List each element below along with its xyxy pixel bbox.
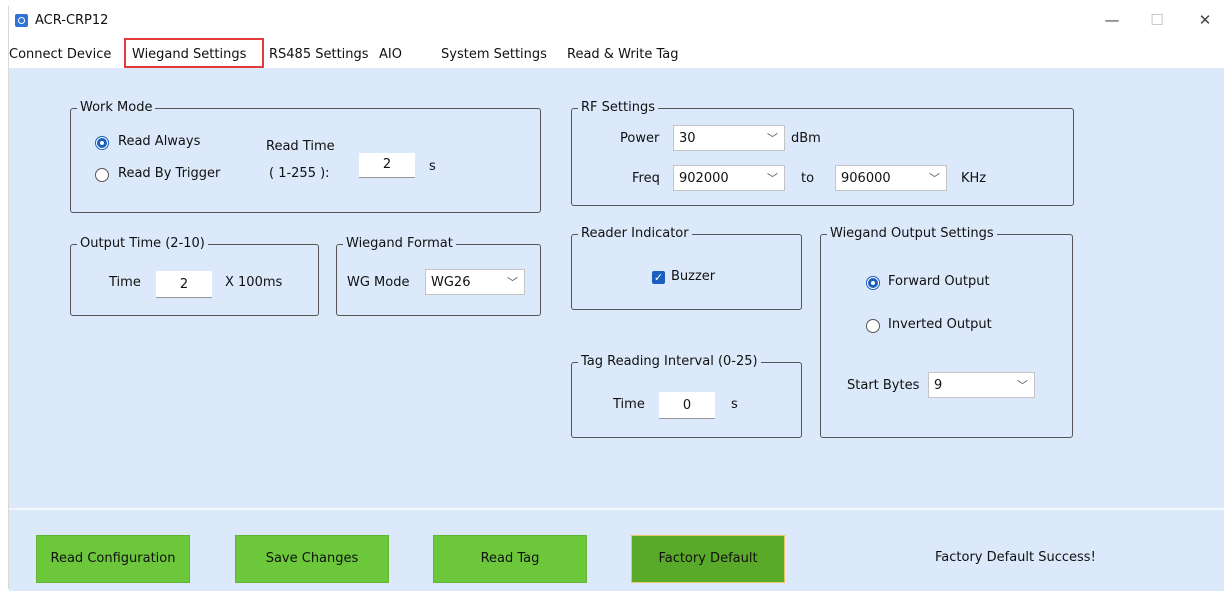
window-title: ACR-CRP12 [35, 13, 109, 28]
tag-interval-title: Tag Reading Interval (0-25) [578, 354, 761, 370]
chevron-down-icon: ﹀ [1017, 379, 1028, 392]
freq-to-value: 906000 [841, 171, 891, 186]
inverted-output-label: Inverted Output [888, 317, 992, 332]
reader-indicator-group: Reader Indicator ✓ Buzzer [571, 226, 802, 310]
freq-to-select[interactable]: 906000 ﹀ [835, 165, 947, 191]
read-configuration-button[interactable]: Read Configuration [36, 535, 190, 583]
factory-default-button[interactable]: Factory Default [631, 535, 785, 583]
chevron-down-icon: ﹀ [929, 172, 940, 185]
chevron-down-icon: ﹀ [767, 132, 778, 145]
app-icon [15, 14, 28, 27]
freq-label: Freq [632, 171, 660, 186]
read-by-trigger-radio[interactable] [95, 168, 109, 182]
rf-settings-title: RF Settings [578, 100, 658, 116]
read-by-trigger-label: Read By Trigger [118, 166, 221, 181]
start-bytes-value: 9 [934, 378, 943, 393]
read-time-range: ( 1-255 ): [269, 166, 330, 181]
power-select[interactable]: 30 ﹀ [673, 125, 785, 151]
buzzer-label: Buzzer [671, 269, 716, 284]
work-mode-title: Work Mode [77, 100, 156, 116]
power-unit: dBm [791, 131, 821, 146]
chevron-down-icon: ﹀ [507, 276, 518, 289]
tag-interval-input[interactable]: 0 [659, 392, 715, 419]
start-bytes-label: Start Bytes [847, 378, 920, 393]
output-time-group: Output Time (2-10) Time 2 X 100ms [70, 236, 319, 316]
minimize-button[interactable]: — [1094, 9, 1130, 33]
title-bar: ACR-CRP12 — ☐ ✕ [9, 6, 1224, 38]
power-value: 30 [679, 131, 696, 146]
tag-interval-unit: s [731, 397, 738, 412]
action-bar: Read Configuration Save Changes Read Tag… [9, 508, 1224, 591]
freq-unit: KHz [961, 171, 987, 186]
output-time-input[interactable]: 2 [156, 271, 212, 298]
tab-wiegand-settings[interactable]: Wiegand Settings [124, 38, 264, 68]
read-time-input[interactable]: 2 [359, 153, 415, 178]
chevron-down-icon: ﹀ [767, 172, 778, 185]
tab-bar: Connect Device Wiegand Settings RS485 Se… [9, 38, 1224, 68]
read-time-unit: s [429, 159, 436, 174]
freq-from-select[interactable]: 902000 ﹀ [673, 165, 785, 191]
inverted-output-radio[interactable] [866, 319, 880, 333]
read-time-label: Read Time [266, 139, 335, 154]
close-button[interactable]: ✕ [1187, 9, 1223, 33]
wiegand-output-group: Wiegand Output Settings Forward Output I… [820, 226, 1073, 438]
buzzer-checkbox[interactable]: ✓ [652, 271, 665, 284]
forward-output-label: Forward Output [888, 274, 990, 289]
power-label: Power [620, 131, 660, 146]
save-changes-button[interactable]: Save Changes [235, 535, 389, 583]
output-time-title: Output Time (2-10) [77, 236, 208, 252]
freq-to-label: to [801, 171, 815, 186]
wiegand-format-title: Wiegand Format [343, 236, 456, 252]
rf-settings-group: RF Settings Power 30 ﹀ dBm Freq 902000 ﹀… [571, 100, 1074, 206]
app-window: ACR-CRP12 — ☐ ✕ Connect Device Wiegand S… [8, 6, 1224, 591]
wiegand-output-title: Wiegand Output Settings [827, 226, 997, 242]
settings-panel: Work Mode Read Always Read By Trigger Re… [9, 68, 1224, 508]
wg-mode-label: WG Mode [347, 275, 410, 290]
read-always-label: Read Always [118, 134, 201, 149]
tag-interval-group: Tag Reading Interval (0-25) Time 0 s [571, 354, 802, 438]
wg-mode-select[interactable]: WG26 ﹀ [425, 269, 525, 295]
forward-output-radio[interactable] [866, 276, 880, 290]
status-message: Factory Default Success! [935, 550, 1096, 565]
read-tag-button[interactable]: Read Tag [433, 535, 587, 583]
read-always-radio[interactable] [95, 136, 109, 150]
tag-interval-time-label: Time [613, 397, 645, 412]
tab-read-write-tag[interactable]: Read & Write Tag [567, 44, 679, 66]
tab-system-settings[interactable]: System Settings [441, 44, 547, 66]
tab-connect-device[interactable]: Connect Device [9, 44, 111, 66]
work-mode-group: Work Mode Read Always Read By Trigger Re… [70, 100, 541, 213]
start-bytes-select[interactable]: 9 ﹀ [928, 372, 1035, 398]
tab-aio[interactable]: AIO [379, 44, 402, 66]
output-time-unit: X 100ms [225, 275, 283, 290]
wg-mode-value: WG26 [431, 275, 471, 290]
output-time-label: Time [109, 275, 141, 290]
tab-rs485-settings[interactable]: RS485 Settings [269, 44, 369, 66]
reader-indicator-title: Reader Indicator [578, 226, 692, 242]
wiegand-format-group: Wiegand Format WG Mode WG26 ﹀ [336, 236, 541, 316]
maximize-button[interactable]: ☐ [1139, 9, 1175, 33]
freq-from-value: 902000 [679, 171, 729, 186]
